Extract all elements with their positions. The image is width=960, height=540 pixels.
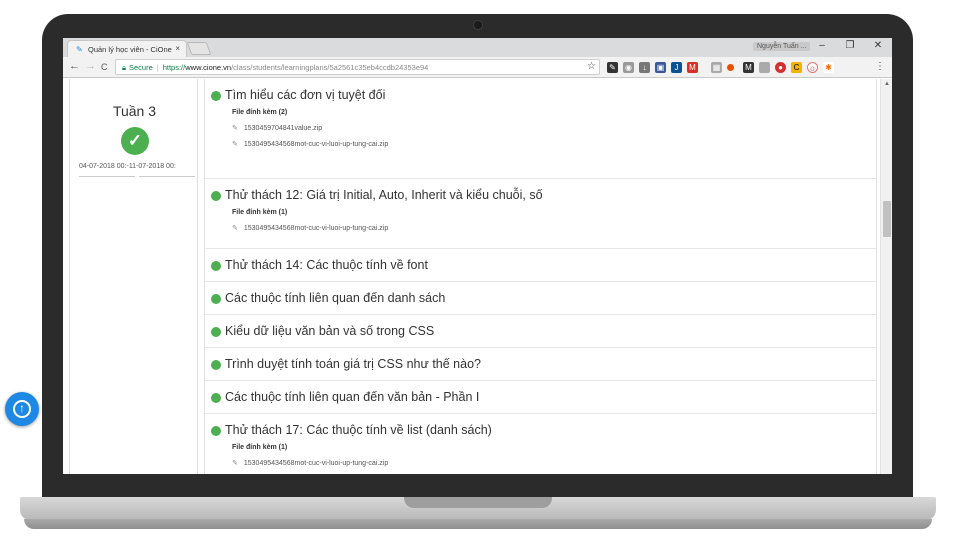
lesson-list: Tìm hiểu các đơn vị tuyệt đối File đính …	[204, 79, 877, 474]
paperclip-icon: ✎	[232, 141, 238, 148]
date-divider	[79, 176, 135, 177]
maximize-button[interactable]: ❐	[843, 40, 857, 51]
scrollbar-thumb[interactable]	[883, 201, 891, 237]
lesson-item[interactable]: Thử thách 12: Giá trị Initial, Auto, Inh…	[205, 179, 876, 249]
file-name[interactable]: 1530495434568mot-cuc-vi-luoi-up-tung-cai…	[244, 460, 388, 467]
back-button[interactable]: ←	[69, 60, 80, 72]
lesson-item[interactable]: Trình duyệt tính toán giá trị CSS như th…	[205, 348, 876, 381]
extension-circle-icon[interactable]: o	[807, 62, 818, 73]
lesson-item[interactable]: Thử thách 17: Các thuộc tính về list (da…	[205, 414, 876, 474]
extension-red-icon[interactable]: ●	[775, 62, 786, 73]
tab-bar: ✎ Quản lý học viên - CiOne × Nguyễn Tuấn…	[63, 38, 892, 57]
extension-dot-icon[interactable]	[727, 64, 734, 71]
file-name[interactable]: 1530495434568mot-cuc-vi-luoi-up-tung-cai…	[244, 225, 388, 232]
laptop-notch	[404, 497, 552, 508]
lock-icon: 🔒︎	[122, 63, 126, 72]
omnibox-separator: |	[156, 63, 159, 72]
tab-close-button[interactable]: ×	[175, 44, 180, 53]
extension-square-icon[interactable]	[759, 62, 770, 73]
laptop-base-edge	[24, 519, 932, 529]
site-favicon-icon: ✎	[76, 45, 83, 54]
browser-tab[interactable]: ✎ Quản lý học viên - CiOne ×	[67, 40, 187, 57]
lesson-title[interactable]: Thử thách 17: Các thuộc tính về list (da…	[211, 423, 876, 437]
url-scheme: https://	[162, 63, 186, 72]
toolbar: ← → C 🔒︎ Secure | https://www.cione.vn/clas…	[63, 57, 892, 78]
attachments-label: File đính kèm (2)	[232, 109, 288, 116]
extension-gmail-icon[interactable]: M	[687, 62, 698, 73]
lesson-item[interactable]: Tìm hiểu các đơn vị tuyệt đối File đính …	[205, 79, 876, 179]
page-scrollbar[interactable]: ▲	[880, 79, 892, 474]
webcam	[473, 20, 483, 30]
paperclip-icon: ✎	[232, 225, 238, 232]
attachment-link[interactable]: ✎ 1530495434568mot-cuc-vi-luoi-up-tung-ca…	[232, 140, 876, 148]
scroll-up-arrow-icon[interactable]: ▲	[884, 81, 890, 87]
lesson-title[interactable]: Thử thách 12: Giá trị Initial, Auto, Inh…	[211, 188, 876, 202]
lesson-item[interactable]: Các thuộc tính liên quan đến văn bản - P…	[205, 381, 876, 414]
lesson-item[interactable]: Thử thách 14: Các thuộc tính về font	[205, 249, 876, 282]
lesson-title[interactable]: Tìm hiểu các đơn vị tuyệt đối	[211, 88, 876, 102]
browser-window: ✎ Quản lý học viên - CiOne × Nguyễn Tuấn…	[63, 38, 892, 474]
forward-button[interactable]: →	[85, 60, 96, 72]
address-bar[interactable]: 🔒︎ Secure | https://www.cione.vn/class/stud…	[115, 59, 600, 75]
close-window-button[interactable]: ✕	[871, 40, 885, 51]
extension-c-icon[interactable]: C	[791, 62, 802, 73]
arrow-up-circle-icon: ↑	[13, 399, 31, 418]
url-path: /class/students/learningplans/5a2561c35e…	[231, 63, 429, 72]
file-name[interactable]: 1530495434568mot-cuc-vi-luoi-up-tung-cai…	[244, 141, 388, 148]
scroll-to-top-button[interactable]: ↑	[5, 392, 39, 426]
lesson-item[interactable]: Kiểu dữ liệu văn bản và số trong CSS	[205, 315, 876, 348]
date-divider	[139, 176, 195, 177]
week-label: Tuần 3	[112, 103, 157, 119]
check-circle-icon: ✓	[121, 127, 149, 155]
extension-j-icon[interactable]: J	[671, 62, 682, 73]
secure-label: Secure	[129, 63, 153, 72]
lesson-item[interactable]: Các thuộc tính liên quan đến danh sách	[205, 282, 876, 315]
extension-box-icon[interactable]: ▣	[655, 62, 666, 73]
browser-menu-icon[interactable]: ⋮	[875, 61, 885, 72]
extension-grid-icon[interactable]: ▦	[711, 62, 722, 73]
lesson-title[interactable]: Thử thách 14: Các thuộc tính về font	[211, 258, 876, 272]
new-tab-button[interactable]	[186, 42, 212, 55]
attachments-label: File đính kèm (1)	[232, 209, 288, 216]
url-host: www.cione.vn	[185, 63, 232, 72]
reload-button[interactable]: C	[101, 62, 108, 72]
lesson-title[interactable]: Các thuộc tính liên quan đến văn bản - P…	[211, 390, 876, 404]
week-sidebar: Tuần 3 ✓ 04-07-2018 00:-11-07-2018 00:	[69, 79, 198, 474]
file-name[interactable]: 1530459704841value.zip	[244, 125, 322, 132]
extension-pen-icon[interactable]: ✎	[607, 62, 618, 73]
lesson-title[interactable]: Kiểu dữ liệu văn bản và số trong CSS	[211, 324, 876, 338]
extension-download-icon[interactable]: ↓	[639, 62, 650, 73]
tab-title: Quản lý học viên - CiOne	[88, 45, 172, 54]
minimize-button[interactable]: –	[815, 40, 829, 51]
attachments-label: File đính kèm (1)	[232, 444, 288, 451]
page-content: Tuần 3 ✓ 04-07-2018 00:-11-07-2018 00: T…	[63, 79, 892, 474]
lesson-title[interactable]: Trình duyệt tính toán giá trị CSS như th…	[211, 357, 876, 371]
extension-camera-icon[interactable]: ◉	[623, 62, 634, 73]
profile-button[interactable]: Nguyễn Tuấn ...	[753, 42, 811, 51]
paperclip-icon: ✎	[232, 460, 238, 467]
paperclip-icon: ✎	[232, 125, 238, 132]
attachment-link[interactable]: ✎ 1530459704841value.zip	[232, 124, 876, 132]
lesson-title[interactable]: Các thuộc tính liên quan đến danh sách	[211, 291, 876, 305]
extension-bee-icon[interactable]: ✱	[823, 62, 834, 73]
week-date-range: 04-07-2018 00:-11-07-2018 00:	[79, 163, 176, 170]
attachment-link[interactable]: ✎ 1530495434568mot-cuc-vi-luoi-up-tung-ca…	[232, 459, 876, 467]
bookmark-star-icon[interactable]: ☆	[587, 61, 596, 72]
attachment-link[interactable]: ✎ 1530495434568mot-cuc-vi-luoi-up-tung-ca…	[232, 224, 876, 232]
extension-m-icon[interactable]: M	[743, 62, 754, 73]
laptop-mockup: ✎ Quản lý học viên - CiOne × Nguyễn Tuấn…	[0, 0, 960, 540]
